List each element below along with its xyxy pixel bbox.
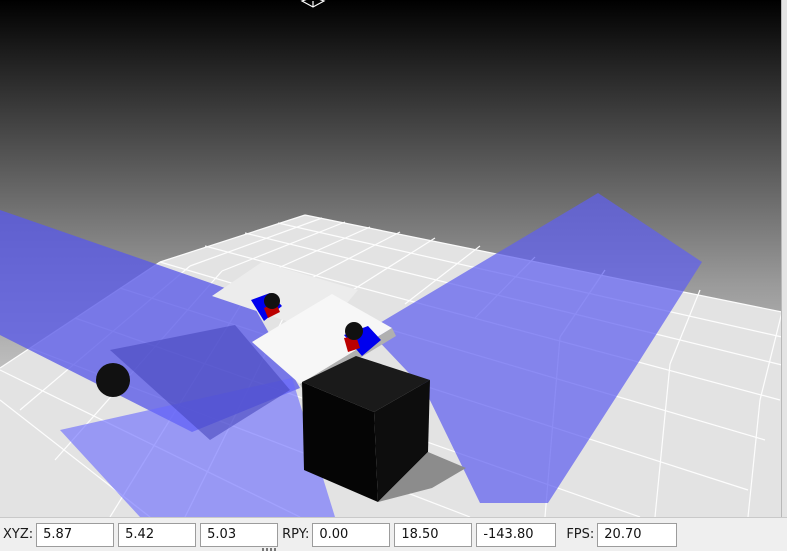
- rpy-yaw-field[interactable]: -143.80: [476, 522, 557, 547]
- fps-field: 20.70: [597, 522, 678, 547]
- scene-canvas[interactable]: [0, 0, 787, 517]
- rpy-pitch-field[interactable]: 18.50: [394, 522, 473, 547]
- xyz-y-field[interactable]: 5.42: [118, 522, 197, 547]
- black-sphere: [96, 363, 130, 397]
- xyz-x-field[interactable]: 5.87: [36, 522, 115, 547]
- fps-label: FPS:: [566, 527, 595, 542]
- 3d-viewport[interactable]: [0, 0, 787, 517]
- xyz-label: XYZ:: [3, 527, 34, 542]
- rpy-roll-field[interactable]: 0.00: [312, 522, 391, 547]
- status-bar: XYZ: 5.87 5.42 5.03 RPY: 0.00 18.50 -143…: [0, 517, 787, 551]
- vertical-scrollbar[interactable]: [781, 0, 787, 517]
- xyz-z-field[interactable]: 5.03: [200, 522, 279, 547]
- rpy-label: RPY:: [282, 527, 310, 542]
